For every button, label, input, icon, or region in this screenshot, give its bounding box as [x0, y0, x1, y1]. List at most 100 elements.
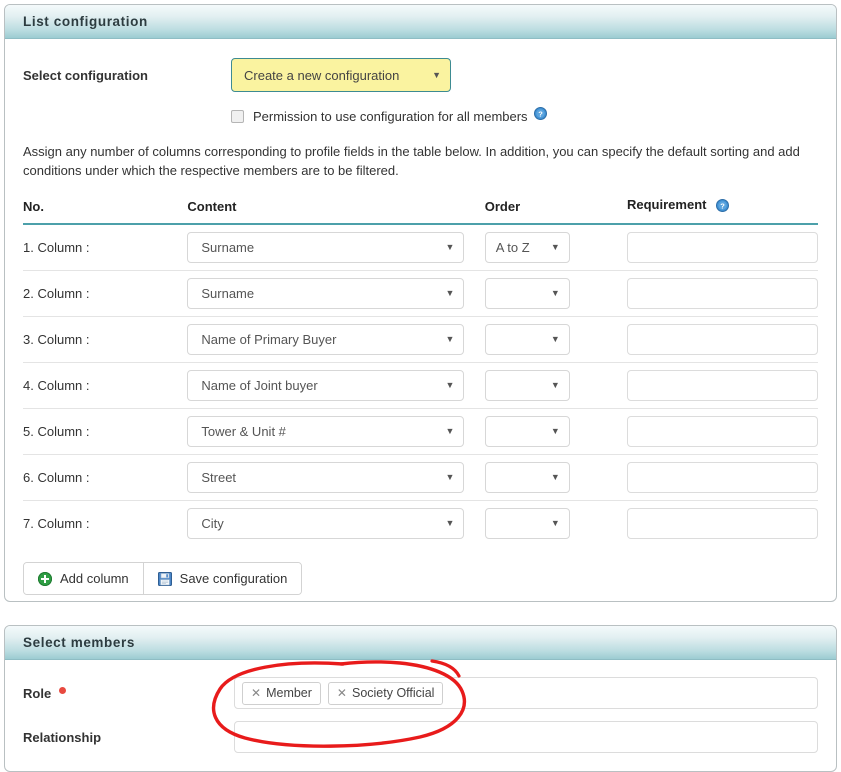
chevron-down-icon: ▼	[445, 380, 455, 390]
help-icon[interactable]: ?	[533, 107, 547, 125]
row-order-cell: A to Z ▼	[484, 224, 627, 271]
content-select-value: Name of Joint buyer	[201, 378, 318, 393]
select-members-body: Role ✕ Member ✕ Society Official Relatio…	[5, 677, 836, 753]
add-column-button[interactable]: Add column	[24, 563, 144, 594]
table-row: 2. Column : Surname ▼ ▼	[23, 270, 818, 317]
row-number: 1. Column :	[23, 224, 188, 271]
select-configuration-label: Select configuration	[23, 67, 148, 83]
row-order-cell: ▼	[484, 454, 627, 501]
chevron-down-icon: ▼	[445, 288, 455, 298]
row-requirement-cell	[627, 270, 818, 317]
row-content-cell: City ▼	[187, 501, 484, 547]
table-row: 1. Column : Surname ▼ A to Z ▼	[23, 224, 818, 271]
columns-table-body: 1. Column : Surname ▼ A to Z ▼ 2. Column : Sur…	[23, 224, 818, 546]
order-select[interactable]: ▼	[484, 416, 570, 447]
row-requirement-cell	[627, 501, 818, 547]
chevron-down-icon: ▼	[550, 334, 560, 344]
relationship-label: Relationship	[23, 729, 102, 745]
row-content-cell: Surname ▼	[187, 224, 485, 271]
list-configuration-body: Select configuration Create a new config…	[5, 58, 836, 595]
row-order-cell: ▼	[484, 501, 627, 547]
content-select-value: Surname	[201, 240, 255, 255]
order-select[interactable]: A to Z ▼	[484, 232, 570, 263]
content-select[interactable]: Name of Primary Buyer ▼	[187, 324, 465, 355]
close-icon[interactable]: ✕	[337, 687, 347, 699]
order-select[interactable]: ▼	[484, 278, 570, 309]
configuration-select[interactable]: Create a new configuration ▼	[231, 58, 451, 92]
row-requirement-cell	[627, 454, 818, 501]
permission-row: Permission to use configuration for all …	[23, 107, 818, 125]
requirement-input[interactable]	[627, 462, 818, 493]
select-members-panel: Select members Role ✕ Member ✕ Society O…	[4, 625, 837, 772]
row-requirement-cell	[627, 224, 818, 271]
content-select[interactable]: Name of Joint buyer ▼	[187, 370, 465, 401]
row-content-cell: Name of Joint buyer ▼	[187, 362, 485, 409]
row-content-cell: Tower & Unit # ▼	[187, 408, 485, 455]
requirement-input[interactable]	[627, 324, 818, 355]
permission-label: Permission to use configuration for all …	[253, 108, 528, 124]
row-requirement-cell	[627, 408, 818, 455]
help-icon[interactable]: ?	[716, 199, 730, 215]
order-select[interactable]: ▼	[484, 462, 570, 493]
row-order-cell: ▼	[484, 408, 627, 455]
relationship-field[interactable]	[234, 721, 818, 753]
chevron-down-icon: ▼	[550, 242, 560, 252]
panel-title: List configuration	[23, 14, 148, 29]
requirement-input[interactable]	[627, 278, 818, 309]
requirement-input[interactable]	[627, 508, 818, 539]
close-icon[interactable]: ✕	[251, 687, 261, 699]
role-chip[interactable]: ✕ Society Official	[327, 681, 444, 705]
save-configuration-button[interactable]: Save configuration	[143, 563, 302, 594]
chevron-down-icon: ▼	[550, 288, 560, 298]
table-row: 5. Column : Tower & Unit # ▼ ▼	[23, 408, 818, 455]
chevron-down-icon: ▼	[445, 242, 455, 252]
chevron-down-icon: ▼	[550, 518, 560, 528]
header-requirement: Requirement ?	[627, 197, 818, 225]
header-no: No.	[23, 197, 188, 225]
content-select-value: Name of Primary Buyer	[201, 332, 337, 347]
role-chip[interactable]: ✕ Member	[242, 681, 321, 705]
add-column-label: Add column	[60, 571, 129, 586]
content-select[interactable]: City ▼	[187, 508, 465, 539]
header-requirement-text: Requirement	[627, 197, 707, 212]
content-select-value: Surname	[201, 286, 255, 301]
chevron-down-icon: ▼	[445, 518, 455, 528]
content-select-value: Street	[201, 470, 237, 485]
content-select[interactable]: Surname ▼	[187, 232, 465, 263]
configuration-select-value: Create a new configuration	[244, 67, 400, 83]
permission-checkbox[interactable]	[231, 109, 244, 123]
order-select[interactable]: ▼	[484, 370, 570, 401]
list-configuration-panel: List configuration Select configuration …	[4, 4, 837, 602]
row-content-cell: Name of Primary Buyer ▼	[187, 316, 485, 363]
role-label-text: Role	[23, 685, 52, 701]
requirement-input[interactable]	[627, 370, 818, 401]
plus-circle-icon	[38, 571, 52, 586]
row-number: 3. Column :	[23, 316, 188, 363]
header-order: Order	[484, 197, 627, 225]
role-chip-label: Society Official	[351, 686, 435, 700]
row-requirement-cell	[627, 362, 818, 409]
order-select-value: A to Z	[495, 240, 530, 255]
role-row: Role ✕ Member ✕ Society Official	[23, 677, 818, 709]
row-number: 2. Column :	[23, 270, 188, 317]
role-field[interactable]: ✕ Member ✕ Society Official	[234, 677, 818, 709]
floppy-disk-icon	[157, 571, 172, 586]
svg-text:?: ?	[720, 202, 725, 211]
requirement-input[interactable]	[627, 416, 818, 447]
intro-text: Assign any number of columns correspondi…	[23, 144, 800, 178]
list-configuration-header: List configuration	[5, 5, 836, 39]
chevron-down-icon: ▼	[550, 426, 560, 436]
content-select[interactable]: Surname ▼	[187, 278, 465, 309]
chevron-down-icon: ▼	[550, 472, 560, 482]
content-select[interactable]: Tower & Unit # ▼	[187, 416, 465, 447]
relationship-row: Relationship	[23, 721, 818, 753]
columns-table: No. Content Order Requirement ? 1. Colum…	[23, 197, 818, 546]
requirement-input[interactable]	[627, 232, 818, 263]
order-select[interactable]: ▼	[484, 508, 570, 539]
table-row: 4. Column : Name of Joint buyer ▼ ▼	[23, 362, 818, 409]
content-select-value: Tower & Unit #	[201, 424, 286, 439]
row-number: 7. Column :	[23, 516, 90, 531]
order-select[interactable]: ▼	[484, 324, 570, 355]
panel-title: Select members	[23, 635, 135, 650]
content-select[interactable]: Street ▼	[187, 462, 465, 493]
